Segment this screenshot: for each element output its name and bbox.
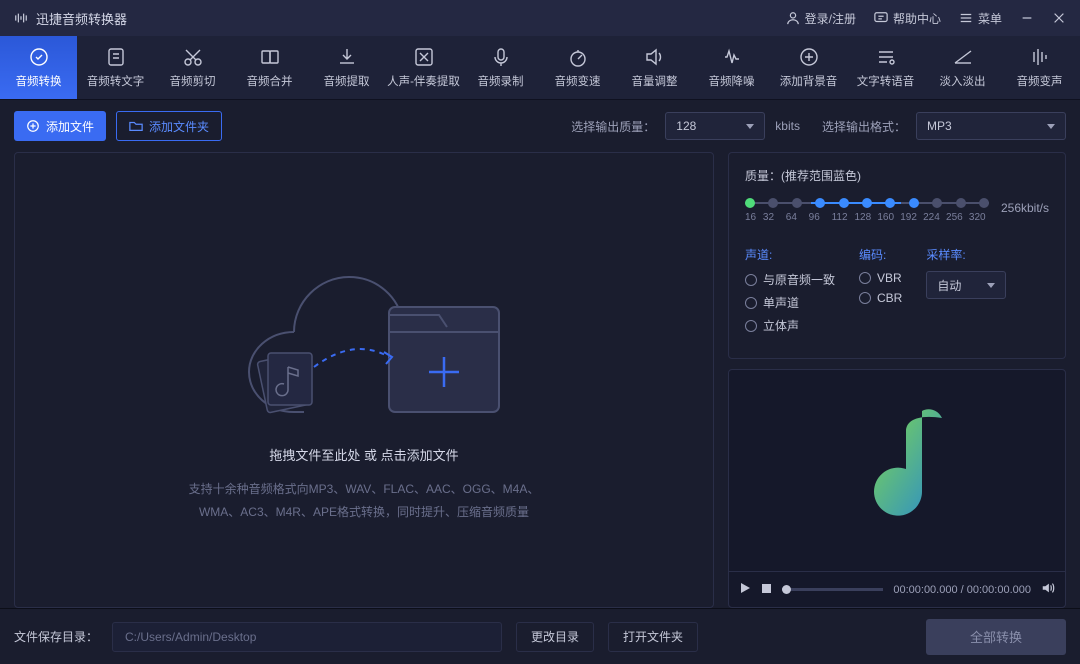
tool-cut[interactable]: 音频剪切 [154,36,231,99]
plus-circle-icon [26,119,40,133]
tool-record[interactable]: 音频录制 [462,36,539,99]
time-total: 00:00:00.000 [967,584,1031,596]
progress-bar[interactable] [782,588,883,591]
radio-icon [745,320,757,332]
save-dir-label: 文件保存目录： [14,628,98,645]
volume-icon [644,46,666,68]
minimize-button[interactable] [1020,11,1034,25]
format-value: MP3 [927,119,952,133]
tool-bgm[interactable]: 添加背景音 [770,36,847,99]
tool-merge[interactable]: 音频合并 [231,36,308,99]
format-select[interactable]: MP3 [916,112,1066,140]
tts-icon [875,46,897,68]
dropzone-main-text: 拖拽文件至此处 或 点击添加文件 [269,445,458,464]
menu-icon [959,11,973,25]
samplerate-title: 采样率: [926,246,1006,263]
chevron-down-icon [987,283,995,288]
tool-volume[interactable]: 音量调整 [616,36,693,99]
cut-icon [182,46,204,68]
dropzone-sub1: 支持十余种音频格式向MP3、WAV、FLAC、AAC、OGG、M4A、 [189,478,540,501]
app-logo-icon [14,11,28,25]
convert-all-button[interactable]: 全部转换 [926,619,1066,655]
menu-label: 菜单 [978,10,1002,27]
stt-icon [105,46,127,68]
quality-value: 128 [676,119,696,133]
voice-icon [1029,46,1051,68]
radio-icon [859,272,871,284]
channel-option-2[interactable]: 立体声 [745,317,835,334]
quality-slider[interactable]: 16326496112128160192224256320 [745,194,989,222]
help-button[interactable]: 帮助中心 [874,10,941,27]
quality-max-label: 256kbit/s [1001,201,1049,215]
save-path-input[interactable]: C:/Users/Admin/Desktop [112,622,502,652]
fade-icon [952,46,974,68]
encoding-title: 编码: [859,246,902,263]
tool-voice[interactable]: 音频变声 [1001,36,1078,99]
app-title: 迅捷音频转换器 [36,9,127,28]
split-icon [413,46,435,68]
chevron-down-icon [746,124,754,129]
add-folder-button[interactable]: 添加文件夹 [116,111,222,141]
channel-option-1[interactable]: 单声道 [745,294,835,311]
dropzone[interactable]: 拖拽文件至此处 或 点击添加文件 支持十余种音频格式向MP3、WAV、FLAC、… [14,152,714,608]
encoding-option-0[interactable]: VBR [859,271,902,285]
channel-title: 声道: [745,246,835,263]
tool-split[interactable]: 人声-伴奏提取 [385,36,462,99]
tool-convert[interactable]: 音频转换 [0,36,77,99]
stop-button[interactable] [761,583,772,597]
radio-icon [745,274,757,286]
quality-select[interactable]: 128 [665,112,765,140]
radio-icon [745,297,757,309]
quality-unit: kbits [775,119,800,133]
login-label: 登录/注册 [805,10,856,27]
music-note-icon [832,396,962,546]
tool-tts[interactable]: 文字转语音 [847,36,924,99]
format-label: 选择输出格式： [822,118,906,135]
quality-panel-title: 质量：(推荐范围蓝色) [745,167,1049,184]
samplerate-value: 自动 [937,277,961,294]
folder-icon [129,119,143,133]
add-file-button[interactable]: 添加文件 [14,111,106,141]
denoise-icon [721,46,743,68]
tool-extract[interactable]: 音频提取 [308,36,385,99]
tool-denoise[interactable]: 音频降噪 [693,36,770,99]
quality-label: 选择输出质量： [571,118,655,135]
login-button[interactable]: 登录/注册 [786,10,856,27]
radio-icon [859,292,871,304]
menu-button[interactable]: 菜单 [959,10,1002,27]
open-folder-button[interactable]: 打开文件夹 [608,622,698,652]
add-file-label: 添加文件 [46,118,94,135]
record-icon [490,46,512,68]
encoding-option-1[interactable]: CBR [859,291,902,305]
tool-fade[interactable]: 淡入淡出 [924,36,1001,99]
chevron-down-icon [1047,124,1055,129]
change-dir-button[interactable]: 更改目录 [516,622,594,652]
extract-icon [336,46,358,68]
tool-speed[interactable]: 音频变速 [539,36,616,99]
convert-icon [28,46,50,68]
merge-icon [259,46,281,68]
dropzone-illustration [214,237,514,427]
preview-area [729,370,1065,571]
speed-icon [567,46,589,68]
channel-option-0[interactable]: 与原音频一致 [745,271,835,288]
dropzone-sub2: WMA、AC3、M4R、APE格式转换，同时提升、压缩音频质量 [189,501,540,524]
chat-icon [874,11,888,25]
samplerate-select[interactable]: 自动 [926,271,1006,299]
close-button[interactable] [1052,11,1066,25]
user-icon [786,11,800,25]
add-folder-label: 添加文件夹 [149,118,209,135]
help-label: 帮助中心 [893,10,941,27]
tool-stt[interactable]: 音频转文字 [77,36,154,99]
play-button[interactable] [739,582,751,597]
time-current: 00:00:00.000 [893,584,957,596]
bgm-icon [798,46,820,68]
volume-button[interactable] [1041,581,1055,598]
